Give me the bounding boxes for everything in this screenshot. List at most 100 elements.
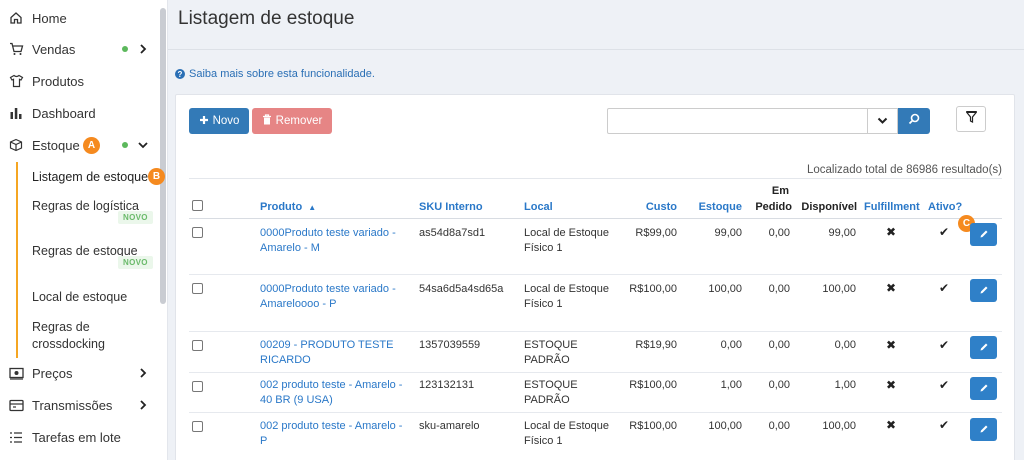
sidebar-item-label: Dashboard [32, 105, 96, 121]
product-link[interactable]: 0000Produto teste variado - Amarelo - M [260, 226, 410, 256]
sidebar-item-transmissoes[interactable]: Transmissões [0, 391, 160, 419]
sidebar-scrollbar[interactable] [160, 8, 166, 304]
select-all-checkbox[interactable] [192, 200, 203, 211]
help-link[interactable]: ? Saiba mais sobre esta funcionalidade. [175, 68, 375, 80]
x-mark-icon: ✖ [886, 418, 897, 432]
bar-chart-icon [8, 105, 24, 121]
row-checkbox[interactable] [192, 340, 203, 351]
product-link[interactable]: 002 produto teste - Amarelo - P [260, 419, 410, 449]
em-pedido-cell: 0,00 [768, 283, 790, 295]
disponivel-cell: 99,00 [828, 227, 856, 239]
row-checkbox[interactable] [192, 421, 203, 432]
sidebar-item-produtos[interactable]: Produtos [0, 67, 160, 95]
sidebar-item-tarefas[interactable]: Tarefas em lote [0, 423, 160, 451]
edit-button[interactable] [970, 336, 997, 359]
search-icon [908, 112, 920, 130]
estoque-cell: 99,00 [714, 227, 742, 239]
list-icon [8, 429, 24, 445]
search-options-dropdown[interactable] [868, 108, 898, 134]
check-mark-icon: ✔ [939, 378, 950, 392]
chevron-down-icon [137, 139, 149, 151]
column-header-estoque[interactable]: Estoque [686, 200, 742, 214]
column-header-label-line: Em [771, 185, 789, 197]
custo-cell: R$100,00 [629, 420, 677, 432]
sidebar-item-label: Produtos [32, 73, 85, 89]
row-checkbox[interactable] [192, 283, 203, 294]
table-row: 002 produto teste - Amarelo - 40 BR (9 U… [189, 373, 1002, 413]
local-cell: Local de Estoque Físico 1 [524, 420, 610, 447]
column-header-sku[interactable]: SKU Interno [419, 200, 483, 214]
column-header-label-line: Pedido [755, 201, 792, 213]
question-icon: ? [175, 69, 185, 79]
local-cell: ESTOQUE PADRÃO [524, 339, 578, 366]
column-header-fulfillment[interactable]: Fulfillment [864, 200, 920, 214]
chevron-down-icon [877, 112, 888, 130]
sidebar-item-dashboard[interactable]: Dashboard [0, 99, 160, 127]
novo-button-label: Novo [212, 115, 240, 127]
edit-button[interactable] [970, 377, 997, 400]
pencil-icon [979, 421, 989, 439]
column-header-local[interactable]: Local [524, 200, 553, 214]
sidebar-subitem-label: Regras de crossdocking [32, 320, 105, 351]
chevron-right-icon [137, 43, 149, 55]
shirt-icon [8, 73, 24, 89]
custo-cell: R$19,90 [635, 339, 677, 351]
column-header-produto[interactable]: Produto ▲ [260, 200, 316, 215]
table-row: 002 produto teste - Amarelo - P sku-amar… [189, 413, 1002, 460]
sidebar-item-label: Estoque [32, 137, 80, 153]
product-link[interactable]: 002 produto teste - Amarelo - 40 BR (9 U… [260, 378, 410, 408]
custo-cell: R$100,00 [629, 379, 677, 391]
column-header-custo[interactable]: Custo [620, 200, 677, 214]
estoque-cell: 100,00 [708, 283, 742, 295]
sidebar-subitem-listagem[interactable]: Listagem de estoque [32, 169, 158, 186]
sidebar-subitem-crossdocking[interactable]: Regras de crossdocking [32, 319, 158, 353]
local-cell: Local de Estoque Físico 1 [524, 283, 610, 310]
sidebar-item-label: Vendas [32, 41, 76, 57]
edit-button[interactable] [970, 279, 997, 302]
filter-button[interactable] [956, 106, 986, 132]
edit-button[interactable] [970, 418, 997, 441]
disponivel-cell: 100,00 [822, 283, 856, 295]
remover-button-label: Remover [275, 115, 323, 127]
sku-cell: 54sa6d5a4sd65a [419, 283, 504, 295]
check-mark-icon: ✔ [939, 418, 950, 432]
sidebar-item-vendas[interactable]: Vendas [0, 35, 160, 63]
column-header-disponivel: Disponível [801, 201, 857, 213]
sidebar-item-estoque[interactable]: Estoque [0, 131, 160, 159]
novo-button[interactable]: Novo [189, 108, 249, 134]
sidebar-item-label: Tarefas em lote [32, 429, 121, 445]
check-mark-icon: ✔ [939, 338, 950, 352]
pencil-icon [979, 282, 989, 300]
pencil-icon [979, 226, 989, 244]
x-mark-icon: ✖ [886, 281, 897, 295]
column-header-label: Produto [260, 201, 303, 213]
column-header-em-pedido: Em Pedido [752, 184, 792, 214]
disponivel-cell: 0,00 [834, 339, 856, 351]
x-mark-icon: ✖ [886, 378, 897, 392]
novo-badge: NOVO [118, 256, 153, 269]
sidebar-item-precos[interactable]: Preços [0, 359, 160, 387]
sidebar-item-home[interactable]: Home [0, 4, 160, 32]
sidebar-subitem-local-estoque[interactable]: Local de estoque [32, 289, 158, 306]
sidebar-subitem-label: Local de estoque [32, 290, 128, 304]
submenu-accent-line [16, 162, 18, 358]
remover-button[interactable]: Remover [252, 108, 332, 134]
edit-button[interactable] [970, 223, 997, 246]
product-link[interactable]: 0000Produto teste variado - Amareloooo -… [260, 282, 410, 312]
em-pedido-cell: 0,00 [768, 379, 790, 391]
sidebar-item-label: Preços [32, 365, 73, 381]
em-pedido-cell: 0,00 [768, 227, 790, 239]
help-link-text: Saiba mais sobre esta funcionalidade. [189, 68, 375, 80]
search-input[interactable] [607, 108, 868, 134]
status-dot [122, 142, 128, 148]
chevron-right-icon [137, 399, 149, 411]
product-link[interactable]: 00209 - PRODUTO TESTE RICARDO [260, 338, 410, 368]
local-cell: ESTOQUE PADRÃO [524, 379, 578, 406]
sku-cell: 123132131 [419, 379, 475, 391]
search-button[interactable] [898, 108, 930, 134]
row-checkbox[interactable] [192, 227, 203, 238]
sku-cell: as54d8a7sd1 [419, 227, 486, 239]
row-checkbox[interactable] [192, 381, 203, 392]
column-header-ativo[interactable]: Ativo? [928, 200, 962, 214]
sidebar: Home Vendas Produtos Dashboard Estoque A… [0, 0, 168, 460]
